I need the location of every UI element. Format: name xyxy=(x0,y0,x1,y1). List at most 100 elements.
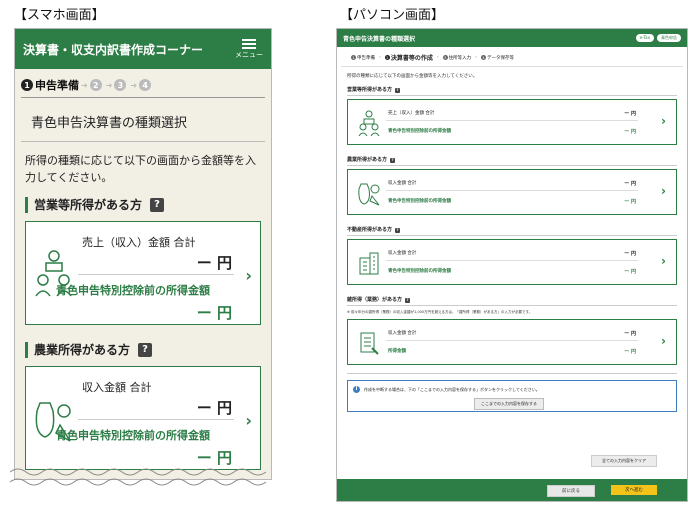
card-label-revenue: 収入金額 合計 xyxy=(82,381,152,394)
farm-produce-icon xyxy=(358,183,380,206)
card-label-income: 青色申告特別控除前の所得金額 xyxy=(388,129,451,134)
help-icon[interactable]: ? xyxy=(395,228,401,233)
chevron-right-icon: › xyxy=(661,114,666,128)
step-1-badge: 1 xyxy=(351,55,356,60)
category-bar xyxy=(25,196,28,213)
pc-footer: 前に戻る 次へ進む xyxy=(337,479,687,501)
pc-card-misc[interactable]: 収入金額 合計 ー 円 所得金額 ー 円 › xyxy=(347,319,677,365)
help-icon[interactable]: ? xyxy=(390,158,396,163)
card-value-income: ー 円 xyxy=(624,349,636,355)
phone-card-business[interactable]: 売上（収入）金額 合計 ー 円 青色申告特別控除前の所得金額 ー 円 › xyxy=(25,221,261,325)
category-title: 不動産所得がある方 xyxy=(347,227,393,233)
card-value-revenue: ー 円 xyxy=(624,331,636,337)
etax-button[interactable]: e-Tax xyxy=(635,34,654,42)
card-divider xyxy=(386,340,638,341)
step-arrow-icon: ➜ xyxy=(105,80,113,90)
category-divider xyxy=(347,235,677,236)
help-icon[interactable]: ? xyxy=(395,88,401,93)
card-value-income: ー 円 xyxy=(624,199,636,205)
card-divider xyxy=(386,190,638,191)
phone-caption: 【スマホ画面】 xyxy=(14,8,105,23)
step-2-label: 決算書等の作成 xyxy=(390,55,433,62)
step-3-badge: 3 xyxy=(442,55,448,60)
pc-header: 青色申告決算書の種類選択 e-Tax 青色申告 xyxy=(337,29,687,47)
card-value-revenue: ー 円 xyxy=(624,251,636,257)
chevron-right-icon: › xyxy=(661,184,666,198)
save-info-box: i 作成を中断する場合は、下の「ここまでの入力内容を保存する」ボタンをクリックし… xyxy=(347,380,677,412)
card-label-revenue: 収入金額 合計 xyxy=(388,331,417,336)
pc-card-agriculture[interactable]: 収入金額 合計 ー 円 青色申告特別控除前の所得金額 ー 円 › xyxy=(347,169,677,215)
card-label-income: 青色申告特別控除前の所得金額 xyxy=(388,199,451,204)
category-title: 営業等所得がある方 xyxy=(347,87,393,93)
phone-step-indicator: 1 申告準備 ➜ 2 ➜ 3 ➜ 4 xyxy=(21,69,265,98)
card-value-revenue: ー 円 xyxy=(624,181,636,187)
back-button[interactable]: 前に戻る xyxy=(547,485,595,497)
card-divider xyxy=(78,419,234,420)
step-3-label: 住所等入力 xyxy=(448,55,472,61)
step-1-label: 申告準備 xyxy=(35,79,79,92)
card-value-income: ー 円 xyxy=(624,129,636,135)
card-divider xyxy=(386,120,638,121)
card-divider xyxy=(78,274,234,275)
pc-header-buttons: e-Tax 青色申告 xyxy=(635,34,681,42)
step-3-badge: 3 xyxy=(114,79,127,91)
card-value-income: ー 円 xyxy=(196,304,232,322)
category-title: 農業所得がある方 xyxy=(34,343,131,357)
step-2-badge: 2 xyxy=(384,55,390,60)
step-4-badge: 4 xyxy=(139,79,152,91)
pc-header-title: 青色申告決算書の種類選択 xyxy=(343,35,416,43)
card-label-revenue: 収入金額 合計 xyxy=(388,251,417,256)
step-separator-icon: › xyxy=(436,55,439,60)
save-progress-button[interactable]: ここまでの入力内容を保存する xyxy=(474,398,544,410)
card-value-income: ー 円 xyxy=(624,269,636,275)
phone-header-title: 決算書・収支内訳書作成コーナー xyxy=(23,42,204,57)
blue-return-button[interactable]: 青色申告 xyxy=(657,34,681,42)
menu-button[interactable]: メニュー xyxy=(235,39,263,59)
category-divider xyxy=(347,165,677,166)
card-value-sales: ー 円 xyxy=(624,111,636,117)
category-title: 営業等所得がある方 xyxy=(34,198,143,212)
chevron-right-icon: › xyxy=(245,411,252,430)
step-arrow-icon: ➜ xyxy=(81,80,88,90)
card-label-income: 所得金額 xyxy=(388,349,406,354)
phone-page-title: 青色申告決算書の種類選択 xyxy=(21,98,265,142)
phone-card-agriculture[interactable]: 収入金額 合計 ー 円 青色申告特別控除前の所得金額 ー 円 › xyxy=(25,366,261,470)
card-label-income: 青色申告特別控除前の所得金額 xyxy=(56,284,210,297)
help-icon[interactable]: ? xyxy=(405,298,411,303)
clear-all-button[interactable]: 全ての入力内容をクリア xyxy=(591,455,657,467)
help-icon[interactable]: ? xyxy=(138,342,153,357)
pc-intro-text: 所得の種類に応じて以下の画面から金額等を入力してください。 xyxy=(347,74,478,79)
card-label-sales: 売上（収入）金額 合計 xyxy=(82,236,196,249)
phone-category-business: 営業等所得がある方 ? xyxy=(15,190,271,219)
step-separator-icon: › xyxy=(379,55,381,60)
category-divider xyxy=(347,305,677,306)
chevron-right-icon: › xyxy=(245,266,252,285)
pc-card-realestate[interactable]: 収入金額 合計 ー 円 青色申告特別控除前の所得金額 ー 円 › xyxy=(347,239,677,285)
help-icon[interactable]: ? xyxy=(150,197,165,212)
category-bar xyxy=(25,341,28,358)
pc-card-business[interactable]: 売上（収入）金額 合計 ー 円 青色申告特別控除前の所得金額 ー 円 › xyxy=(347,99,677,145)
step-1-label: 申告準備 xyxy=(357,55,375,61)
save-info-text: 作成を中断する場合は、下の「ここまでの入力内容を保存する」ボタンをクリックしてく… xyxy=(364,387,540,392)
info-icon: i xyxy=(353,386,360,393)
card-divider xyxy=(386,260,638,261)
next-button[interactable]: 次へ進む xyxy=(611,485,657,495)
cut-off-wave-decoration xyxy=(10,468,267,486)
phone-screen: 決算書・収支内訳書作成コーナー メニュー 1 申告準備 ➜ 2 ➜ 3 ➜ 4 … xyxy=(14,28,272,480)
step-separator-icon: › xyxy=(475,55,477,60)
category-title: 農業所得がある方 xyxy=(347,157,388,163)
pc-category-agriculture: 農業所得がある方? xyxy=(337,153,687,165)
pc-caption: 【パソコン画面】 xyxy=(340,8,445,23)
merchant-icon xyxy=(358,110,380,136)
pc-category-misc: 雑所得（業務）がある方? xyxy=(337,293,687,305)
card-label-income: 青色申告特別控除前の所得金額 xyxy=(388,269,451,274)
step-arrow-icon: ➜ xyxy=(130,80,138,90)
pc-category-realestate: 不動産所得がある方? xyxy=(337,223,687,235)
section-divider xyxy=(347,373,677,374)
step-4-badge: 4 xyxy=(480,55,486,60)
category-title: 雑所得（業務）がある方 xyxy=(347,297,403,303)
chevron-right-icon: › xyxy=(661,254,666,268)
card-label-sales: 売上（収入）金額 合計 xyxy=(388,111,435,116)
card-value-revenue: ー 円 xyxy=(196,399,232,417)
pc-step-indicator: 1 申告準備 › 2 決算書等の作成 › 3 住所等入力 › 4 データ保存等 xyxy=(341,47,683,67)
